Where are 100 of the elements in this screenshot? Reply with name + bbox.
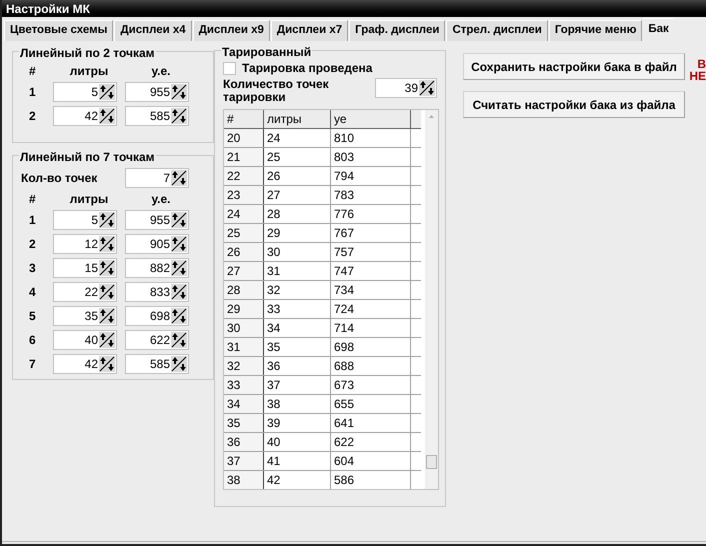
table-cell: 42 bbox=[264, 471, 331, 489]
spin-field[interactable]: 905 bbox=[125, 234, 189, 254]
tab[interactable]: Горячие меню bbox=[548, 20, 642, 41]
table-cell: 641 bbox=[331, 414, 411, 432]
tab[interactable]: Дисплеи x7 bbox=[270, 20, 348, 41]
tab[interactable]: Дисплеи x9 bbox=[192, 20, 270, 41]
tab[interactable]: Стрел. дисплеи bbox=[446, 20, 548, 41]
table-cell: 34 bbox=[264, 319, 331, 337]
spin-field[interactable]: 40 bbox=[53, 330, 117, 350]
table-cell: 41 bbox=[264, 452, 331, 470]
spin-arrows-icon[interactable] bbox=[99, 284, 115, 300]
spin-arrows-icon[interactable] bbox=[171, 332, 187, 348]
spin-field[interactable]: 39 bbox=[375, 78, 437, 98]
table-cell: 25 bbox=[264, 148, 331, 166]
spin-field[interactable]: 5 bbox=[53, 82, 117, 102]
table-cell: 22 bbox=[224, 167, 264, 185]
column-header: # bbox=[224, 110, 264, 128]
row-number: 6 bbox=[28, 332, 37, 349]
table-cell: 757 bbox=[331, 243, 411, 261]
table-cell: 794 bbox=[331, 167, 411, 185]
table-cell: 24 bbox=[264, 129, 331, 147]
row-number: 7 bbox=[28, 356, 37, 373]
column-header: литры bbox=[68, 63, 110, 80]
spin-field[interactable]: 585 bbox=[125, 354, 189, 374]
file-button[interactable]: Считать настройки бака из файла bbox=[463, 91, 685, 118]
spin-field[interactable]: 698 bbox=[125, 306, 189, 326]
table-cell: 37 bbox=[224, 452, 264, 470]
spin-field[interactable]: 42 bbox=[53, 354, 117, 374]
table-cell: 35 bbox=[264, 338, 331, 356]
table-cell: 586 bbox=[331, 471, 411, 489]
spin-arrows-icon[interactable] bbox=[99, 332, 115, 348]
table-cell: 36 bbox=[224, 433, 264, 451]
checkbox-label: Тарировка проведена bbox=[242, 60, 372, 77]
column-header: уе bbox=[331, 110, 411, 128]
table-cell: 32 bbox=[264, 281, 331, 299]
table-cell: 20 bbox=[224, 129, 264, 147]
table-cell: 38 bbox=[264, 395, 331, 413]
tab[interactable]: Дисплеи x4 bbox=[114, 20, 192, 41]
table-cell: 655 bbox=[331, 395, 411, 413]
spin-arrows-icon[interactable] bbox=[99, 260, 115, 276]
column-header: у.е. bbox=[150, 63, 172, 80]
spin-arrows-icon[interactable] bbox=[99, 108, 115, 124]
table-cell: 33 bbox=[224, 376, 264, 394]
data-grid[interactable]: # литры уе 20 24 810 21 25 803 22 26 794 23 27 783 24 28 776 25 29 767 26 30 757 27 31 747 28 32 734 29 33 724 30 34 714 31 35 698 32 36 688 33 37 673 34 38 655 35 39 641 36 40 622 37 41 604 38 42 586 bbox=[223, 109, 439, 490]
spin-field[interactable]: 15 bbox=[53, 258, 117, 278]
table-cell: 767 bbox=[331, 224, 411, 242]
spin-field[interactable]: 955 bbox=[125, 210, 189, 230]
spin-arrows-icon[interactable] bbox=[171, 84, 187, 100]
scroll-thumb[interactable] bbox=[426, 455, 437, 469]
spin-arrows-icon[interactable] bbox=[99, 308, 115, 324]
spin-arrows-icon[interactable] bbox=[99, 236, 115, 252]
spin-field[interactable]: 7 bbox=[125, 168, 189, 188]
spin-field[interactable]: 5 bbox=[53, 210, 117, 230]
column-header: литры bbox=[68, 191, 110, 208]
spin-arrows-icon[interactable] bbox=[171, 236, 187, 252]
file-button[interactable]: Сохранить настройки бака в файл bbox=[463, 53, 685, 80]
field-label: Количество точек тарировки bbox=[223, 78, 330, 104]
spin-arrows-icon[interactable] bbox=[171, 108, 187, 124]
spin-arrows-icon[interactable] bbox=[419, 80, 435, 96]
table-cell: 36 bbox=[264, 357, 331, 375]
row-number: 1 bbox=[28, 212, 37, 229]
spin-arrows-icon[interactable] bbox=[99, 212, 115, 228]
spin-field[interactable]: 12 bbox=[53, 234, 117, 254]
field-label: Кол-во точек bbox=[21, 170, 98, 187]
spin-field[interactable]: 42 bbox=[53, 106, 117, 126]
spin-field[interactable]: 35 bbox=[53, 306, 117, 326]
spin-arrows-icon[interactable] bbox=[171, 356, 187, 372]
spin-arrows-icon[interactable] bbox=[171, 284, 187, 300]
spin-arrows-icon[interactable] bbox=[171, 212, 187, 228]
column-header: # bbox=[28, 191, 37, 208]
spin-arrows-icon[interactable] bbox=[171, 260, 187, 276]
column-header: литры bbox=[264, 110, 331, 128]
table-cell: 776 bbox=[331, 205, 411, 223]
spin-arrows-icon[interactable] bbox=[99, 84, 115, 100]
checkbox[interactable] bbox=[223, 62, 236, 74]
column-header: # bbox=[28, 63, 37, 80]
spin-field[interactable]: 955 bbox=[125, 82, 189, 102]
spin-field[interactable]: 585 bbox=[125, 106, 189, 126]
table-cell: 37 bbox=[264, 376, 331, 394]
table-cell: 698 bbox=[331, 338, 411, 356]
table-cell: 31 bbox=[264, 262, 331, 280]
spin-arrows-icon[interactable] bbox=[99, 356, 115, 372]
tab[interactable]: Граф. дисплеи bbox=[349, 20, 446, 41]
spin-field[interactable]: 22 bbox=[53, 282, 117, 302]
table-cell: 714 bbox=[331, 319, 411, 337]
spin-field[interactable]: 622 bbox=[125, 330, 189, 350]
spin-field[interactable]: 882 bbox=[125, 258, 189, 278]
row-number: 4 bbox=[28, 284, 37, 301]
table-cell: 29 bbox=[224, 300, 264, 318]
tab[interactable]: Цветовые схемы bbox=[4, 20, 114, 41]
table-cell: 604 bbox=[331, 452, 411, 470]
table-cell: 31 bbox=[224, 338, 264, 356]
table-cell: 32 bbox=[224, 357, 264, 375]
table-cell: 24 bbox=[224, 205, 264, 223]
table-cell: 38 bbox=[224, 471, 264, 489]
spin-arrows-icon[interactable] bbox=[171, 170, 187, 186]
spin-field[interactable]: 833 bbox=[125, 282, 189, 302]
spin-arrows-icon[interactable] bbox=[171, 308, 187, 324]
table-cell: 29 bbox=[264, 224, 331, 242]
column-header: у.е. bbox=[150, 191, 172, 208]
